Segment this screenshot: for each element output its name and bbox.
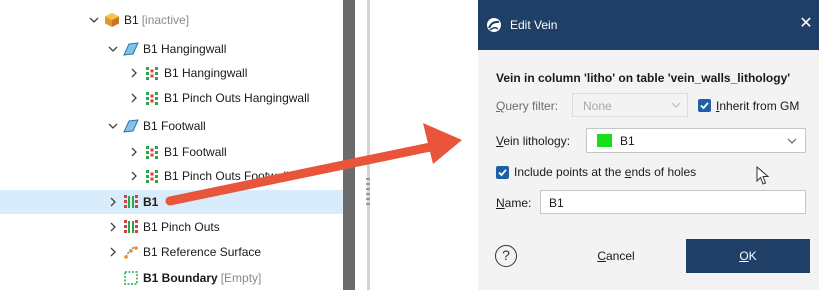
- panel-splitter[interactable]: [343, 0, 355, 290]
- tree-item-b1-boundary[interactable]: B1 Boundary [Empty]: [0, 266, 343, 290]
- tree-item-b1-hangingwall-points[interactable]: B1 Hangingwall: [0, 61, 343, 85]
- points-icon: [146, 146, 158, 159]
- chevron-right-icon[interactable]: [107, 195, 119, 209]
- name-value: B1: [549, 196, 564, 210]
- chevron-right-icon[interactable]: [107, 220, 119, 234]
- include-points-checkbox[interactable]: [496, 166, 509, 179]
- check-icon: [498, 169, 507, 177]
- reference-surface-icon: [124, 246, 138, 259]
- tree-item-label: B1 Boundary: [143, 271, 218, 285]
- vein-lithology-label: Vein lithology:: [496, 134, 571, 148]
- tree-item-label: B1 Reference Surface: [143, 245, 262, 259]
- chevron-down-icon[interactable]: [88, 13, 100, 27]
- panel-gap: [355, 0, 367, 290]
- tree-item-label: B1 Footwall: [143, 119, 206, 133]
- chevron-right-icon[interactable]: [128, 91, 140, 105]
- query-filter-label: Query filter:: [496, 99, 559, 113]
- points-icon: [146, 170, 158, 183]
- tree-item-label: B1 Footwall: [164, 145, 227, 159]
- tree-item-label: B1 Hangingwall: [164, 66, 248, 80]
- tree-item-label: B1 Hangingwall: [143, 42, 227, 56]
- surface-icon: [123, 42, 139, 56]
- chevron-down-icon[interactable]: [107, 119, 119, 133]
- chevron-down-icon[interactable]: [107, 42, 119, 56]
- chevron-right-icon[interactable]: [128, 66, 140, 80]
- inherit-from-gm-label[interactable]: Inherit from GM: [716, 99, 799, 113]
- query-filter-value: None: [583, 99, 612, 113]
- tree-item-b1-hangingwall-surface[interactable]: B1 Hangingwall: [0, 37, 343, 61]
- dialog-title: Edit Vein: [510, 18, 558, 32]
- dialog-heading: Vein in column 'litho' on table 'vein_wa…: [496, 71, 791, 85]
- vein-lithology-value: B1: [620, 134, 635, 148]
- edit-vein-dialog: Edit Vein ✕ Vein in column 'litho' on ta…: [478, 0, 819, 290]
- points-icon: [146, 92, 158, 105]
- vein-app-icon: [487, 18, 501, 32]
- tree-item-status: [Empty]: [220, 271, 262, 285]
- chevron-right-icon[interactable]: [107, 245, 119, 259]
- tree-item-b1-pinch-outs[interactable]: B1 Pinch Outs: [0, 215, 343, 239]
- include-points-label[interactable]: Include points at the ends of holes: [514, 165, 696, 179]
- cancel-button-label: Cancel: [597, 249, 635, 263]
- vein-points-icon: [124, 195, 138, 208]
- cancel-button[interactable]: Cancel: [570, 239, 662, 273]
- points-icon: [146, 67, 158, 80]
- geological-model-icon: [105, 13, 119, 27]
- query-filter-select[interactable]: None: [572, 93, 688, 117]
- chevron-down-icon: [671, 102, 681, 108]
- scene-view[interactable]: [370, 0, 478, 290]
- lithology-color-swatch: [597, 134, 612, 147]
- tree-item-b1-model[interactable]: B1 [inactive]: [0, 8, 343, 32]
- vein-lithology-select[interactable]: B1: [586, 128, 806, 153]
- tree-item-label: B1: [143, 195, 159, 209]
- dialog-body: Vein in column 'litho' on table 'vein_wa…: [478, 50, 819, 290]
- boundary-icon: [124, 271, 138, 285]
- ok-button[interactable]: OK: [686, 239, 810, 273]
- tree-item-b1-pinch-outs-footwall[interactable]: B1 Pinch Outs Footwall: [0, 164, 343, 188]
- tree-item-status: [inactive]: [141, 13, 190, 27]
- tree-item-label: B1 Pinch Outs Footwall: [164, 169, 289, 183]
- tree-item-label: B1: [124, 13, 139, 27]
- ok-button-label: OK: [739, 249, 757, 263]
- tree-item-b1-footwall-points[interactable]: B1 Footwall: [0, 140, 343, 164]
- tree-item-label: B1 Pinch Outs Hangingwall: [164, 91, 310, 105]
- project-tree: B1 [inactive] B1 Hangingwall B1 Hangingw…: [0, 0, 343, 290]
- name-label: Name:: [496, 196, 532, 210]
- surface-icon: [123, 119, 139, 133]
- inherit-from-gm-checkbox[interactable]: [698, 99, 711, 112]
- check-icon: [700, 102, 709, 110]
- mouse-cursor-icon: [756, 166, 770, 185]
- tree-item-b1-reference-surface[interactable]: B1 Reference Surface: [0, 240, 343, 264]
- chevron-right-icon[interactable]: [128, 169, 140, 183]
- dialog-titlebar[interactable]: Edit Vein ✕: [478, 0, 819, 50]
- chevron-down-icon: [787, 138, 797, 144]
- vein-points-icon: [124, 220, 138, 233]
- help-button[interactable]: ?: [495, 245, 517, 267]
- tree-item-b1-footwall-surface[interactable]: B1 Footwall: [0, 114, 343, 138]
- chevron-right-icon[interactable]: [128, 145, 140, 159]
- tree-item-label: B1 Pinch Outs: [143, 220, 220, 234]
- close-icon[interactable]: ✕: [797, 15, 815, 33]
- tree-item-b1-vein-selected[interactable]: B1: [0, 190, 343, 214]
- tree-item-b1-pinch-outs-hangingwall[interactable]: B1 Pinch Outs Hangingwall: [0, 86, 343, 110]
- name-field[interactable]: B1: [540, 190, 806, 214]
